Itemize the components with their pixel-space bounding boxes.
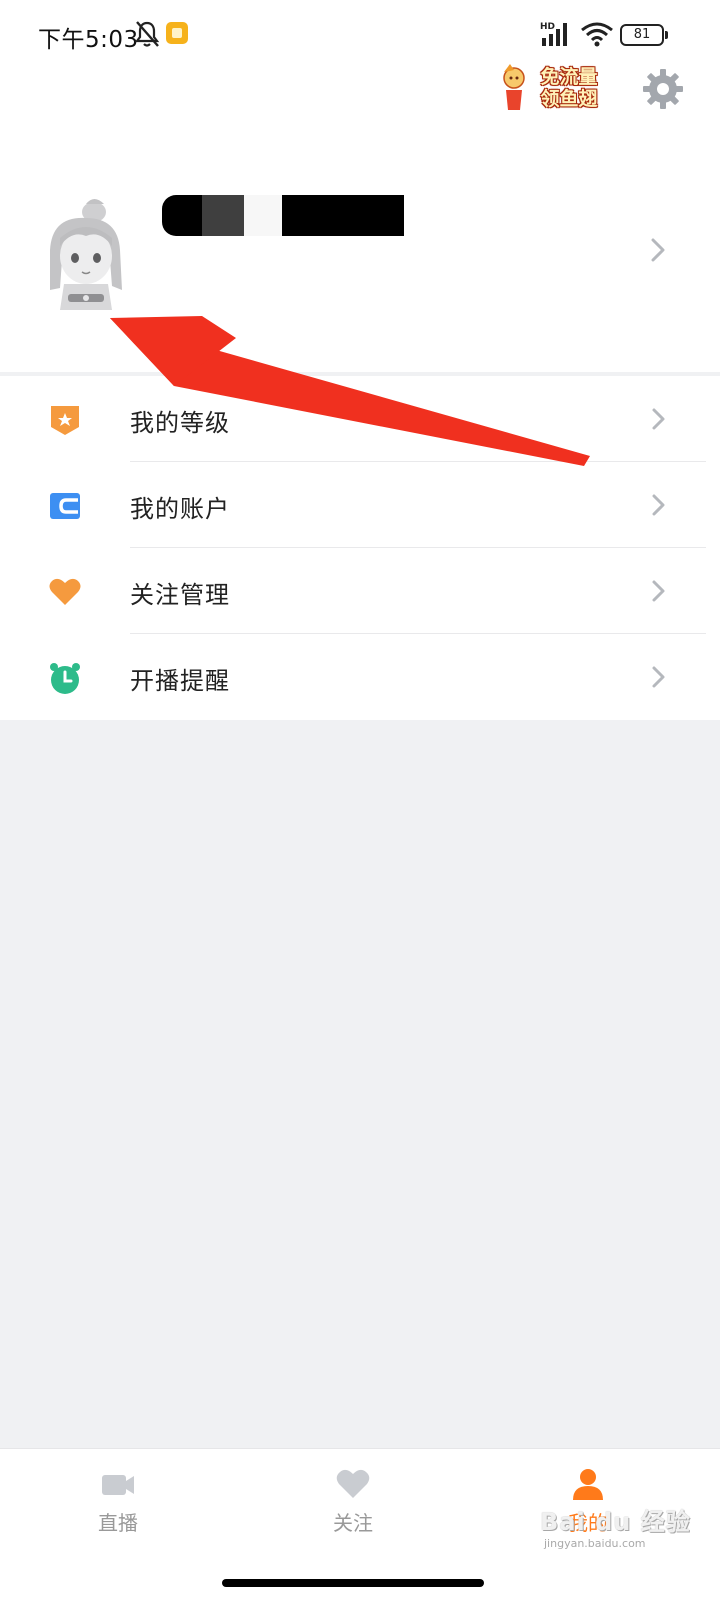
tab-label: 直播 [98,1511,138,1535]
svg-text:HD: HD [540,22,555,32]
redaction-block [282,195,404,236]
home-indicator[interactable] [222,1579,484,1587]
profile-row[interactable] [0,180,720,330]
menu-item-label: 关注管理 [130,581,230,609]
chevron-right-icon [652,408,665,430]
heart-icon [49,578,81,605]
bell-off-icon [134,21,160,47]
alarm-clock-icon [50,663,80,694]
wifi-icon [581,22,613,47]
menu-item-my-account[interactable]: 我的账户 [0,462,720,548]
watermark-url: jingyan.baidu.com [544,1537,646,1550]
tab-label: 关注 [333,1511,373,1535]
gear-icon[interactable] [642,68,684,110]
user-icon [573,1469,603,1500]
chevron-right-icon [652,494,665,516]
profile-header: 下午5:03 HD 81 免流量 领鱼翅 [0,0,720,372]
battery-tip [665,31,668,39]
redaction-block [202,195,244,236]
level-badge-icon [51,406,79,435]
heart-icon [336,1469,370,1498]
wallet-icon [50,493,80,519]
chevron-right-icon [651,238,665,262]
menu-item-follow-management[interactable]: 关注管理 [0,548,720,634]
menu-item-label: 开播提醒 [130,667,230,695]
menu-item-live-reminder[interactable]: 开播提醒 [0,634,720,720]
default-avatar-icon[interactable] [42,190,132,310]
menu-item-label: 我的等级 [130,409,230,437]
watermark-text: Bai du 经验 [540,1508,691,1536]
chevron-right-icon [652,580,665,602]
battery-indicator: 81 [620,24,664,46]
video-camera-icon [102,1475,134,1495]
menu-item-my-level[interactable]: 我的等级 [0,376,720,462]
status-bar: 下午5:03 HD 81 [0,0,720,66]
username-redacted [162,195,404,236]
settings-menu: 我的等级 我的账户 关注管理 开播提醒 [0,376,720,720]
notes-app-icon [166,22,188,44]
free-data-promo-badge[interactable]: 免流量 领鱼翅 [500,64,612,116]
tab-live[interactable]: 直播 [48,1467,188,1547]
redaction-block [244,195,282,236]
tab-follow[interactable]: 关注 [283,1467,423,1547]
redaction-block [162,195,202,236]
status-time: 下午5:03 [38,27,139,53]
chevron-right-icon [652,666,665,688]
promo-text: 免流量 领鱼翅 [540,66,598,110]
cellular-signal-icon: HD [540,22,567,46]
menu-item-label: 我的账户 [130,495,230,523]
